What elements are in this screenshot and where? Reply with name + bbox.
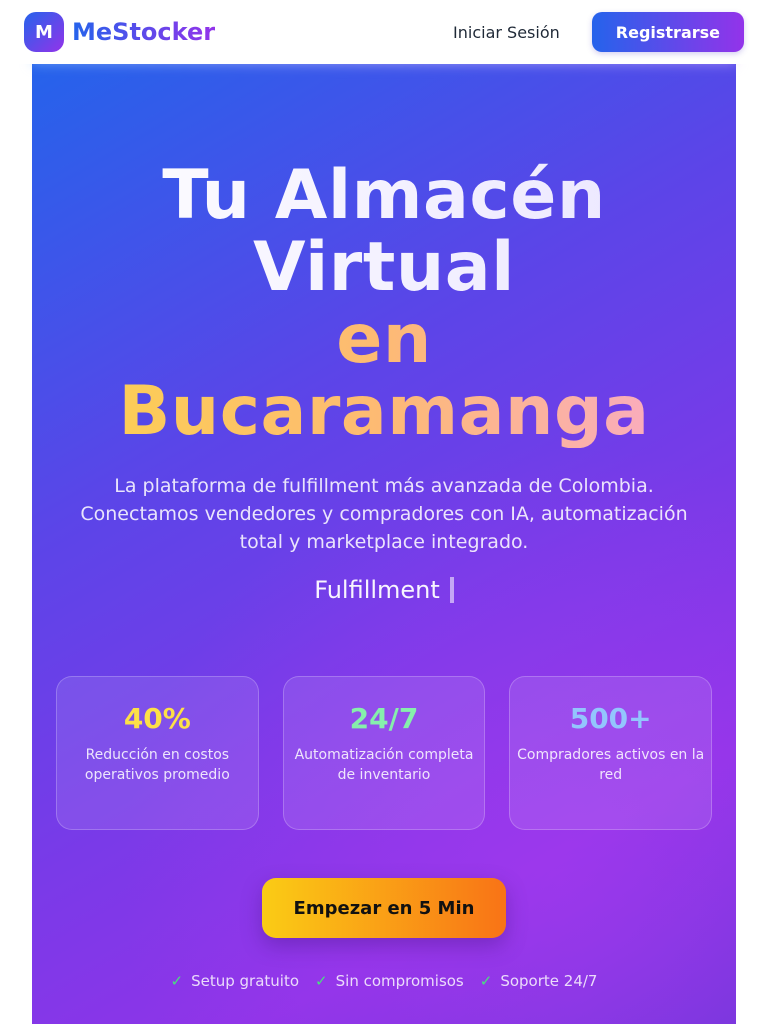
nav-actions: Iniciar Sesión Registrarse — [453, 12, 744, 52]
stat-card-buyers: 500+ Compradores activos en la red — [509, 676, 713, 830]
perk-label: Sin compromisos — [335, 972, 464, 990]
typing-headline: Fulfillment — [32, 576, 736, 604]
perk-label: Soporte 24/7 — [500, 972, 598, 990]
title-line-2: Virtual — [32, 232, 736, 304]
check-icon: ✓ — [479, 972, 493, 990]
logo-badge: M — [24, 12, 64, 52]
title-line-3: en — [32, 304, 736, 376]
stat-card-automation: 24/7 Automatización completa de inventar… — [282, 676, 486, 830]
login-link[interactable]: Iniciar Sesión — [453, 23, 560, 42]
perks-list: ✓ Setup gratuito ✓ Sin compromisos ✓ Sop… — [32, 972, 736, 990]
check-icon: ✓ — [315, 972, 328, 990]
perk-item: ✓ Sin compromisos — [315, 972, 464, 990]
brand-logo[interactable]: M MeStocker — [24, 12, 215, 52]
typing-text: Fulfillment — [314, 576, 440, 604]
stat-value: 40% — [123, 702, 191, 735]
stats-row: 40% Reducción en costos operativos prome… — [56, 676, 713, 830]
stat-label: Reducción en costos operativos promedio — [84, 747, 230, 783]
stat-card-costs: 40% Reducción en costos operativos prome… — [56, 676, 259, 830]
perk-item: ✓ Soporte 24/7 — [480, 972, 598, 990]
stat-label: Automatización completa de inventario — [294, 747, 474, 783]
title-line-4: Bucaramanga — [32, 376, 736, 448]
hero-section: Tu Almacén Virtual en Bucaramanga La pla… — [32, 64, 736, 1024]
stat-value: 24/7 — [349, 702, 419, 735]
hero-title: Tu Almacén Virtual en Bucaramanga — [32, 160, 736, 448]
top-navbar: M MeStocker Iniciar Sesión Registrarse — [0, 0, 768, 64]
check-icon: ✓ — [170, 972, 184, 990]
hero-subtitle: La plataforma de fulfillment más avanzad… — [80, 475, 688, 553]
perk-label: Setup gratuito — [191, 972, 300, 990]
register-button[interactable]: Registrarse — [591, 12, 744, 52]
stat-value: 500+ — [569, 702, 652, 735]
stat-label: Compradores activos en la red — [517, 747, 705, 783]
title-line-1: Tu Almacén — [32, 160, 736, 232]
start-cta-button[interactable]: Empezar en 5 Min — [262, 878, 506, 938]
typing-caret — [449, 577, 454, 603]
brand-name: MeStocker — [72, 18, 216, 46]
perk-item: ✓ Setup gratuito — [171, 972, 300, 990]
